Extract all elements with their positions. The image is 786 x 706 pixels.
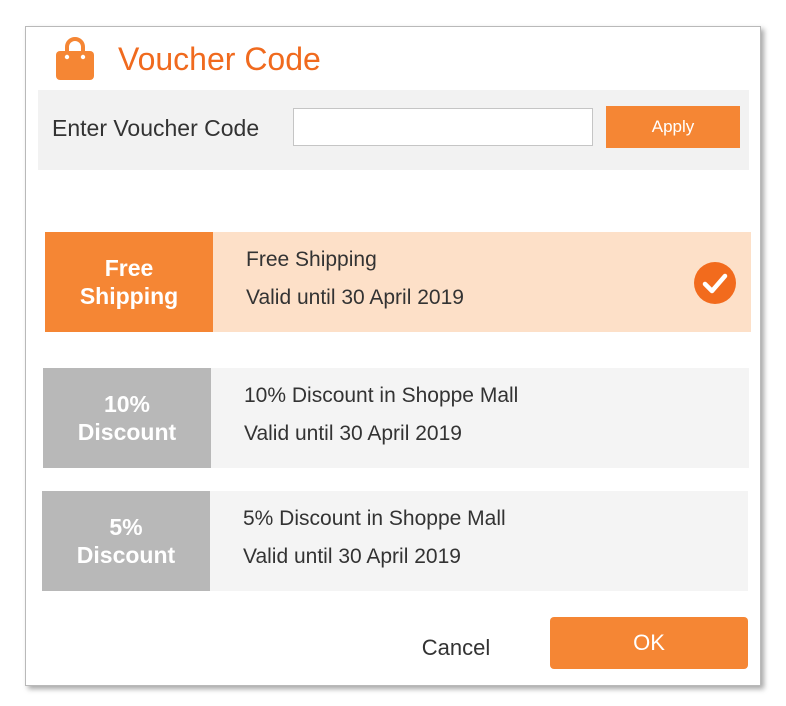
- voucher-tag: 5% Discount: [42, 491, 210, 591]
- selected-check-icon: [694, 262, 736, 304]
- voucher-name: 5% Discount in Shoppe Mall: [243, 507, 506, 530]
- voucher-tag: Free Shipping: [45, 232, 213, 332]
- cancel-button[interactable]: Cancel: [406, 630, 506, 666]
- voucher-tag-line2: Discount: [77, 419, 177, 445]
- voucher-code-label: Enter Voucher Code: [52, 115, 260, 141]
- voucher-code-entry: Enter Voucher Code Apply: [38, 90, 749, 170]
- voucher-code-input[interactable]: [293, 108, 593, 146]
- ok-button[interactable]: OK: [550, 617, 748, 669]
- voucher-details: 5% Discount in Shoppe Mall Valid until 3…: [210, 491, 748, 591]
- voucher-details: Free Shipping Valid until 30 April 2019: [213, 232, 751, 332]
- voucher-name: Free Shipping: [246, 248, 377, 271]
- voucher-name: 10% Discount in Shoppe Mall: [244, 384, 519, 407]
- voucher-tag-line1: 10%: [103, 391, 151, 417]
- voucher-tag: 10% Discount: [43, 368, 211, 468]
- shopping-bag-icon: [56, 37, 94, 80]
- apply-button[interactable]: Apply: [606, 106, 740, 148]
- voucher-option-10-discount[interactable]: 10% Discount 10% Discount in Shoppe Mall…: [43, 368, 749, 468]
- voucher-details: 10% Discount in Shoppe Mall Valid until …: [211, 368, 749, 468]
- voucher-tag-line1: 5%: [109, 514, 143, 540]
- voucher-dialog: Voucher Code Enter Voucher Code Apply Fr…: [25, 26, 761, 686]
- voucher-tag-line1: Free: [104, 255, 154, 281]
- voucher-tag-line2: Discount: [76, 542, 176, 568]
- voucher-validity: Valid until 30 April 2019: [243, 545, 461, 568]
- voucher-option-free-shipping[interactable]: Free Shipping Free Shipping Valid until …: [45, 232, 751, 332]
- voucher-tag-line2: Shipping: [79, 283, 179, 309]
- voucher-option-5-discount[interactable]: 5% Discount 5% Discount in Shoppe Mall V…: [42, 491, 748, 591]
- dialog-title: Voucher Code: [118, 40, 321, 77]
- dialog-header: Voucher Code: [54, 37, 321, 81]
- voucher-validity: Valid until 30 April 2019: [246, 286, 464, 309]
- voucher-validity: Valid until 30 April 2019: [244, 422, 462, 445]
